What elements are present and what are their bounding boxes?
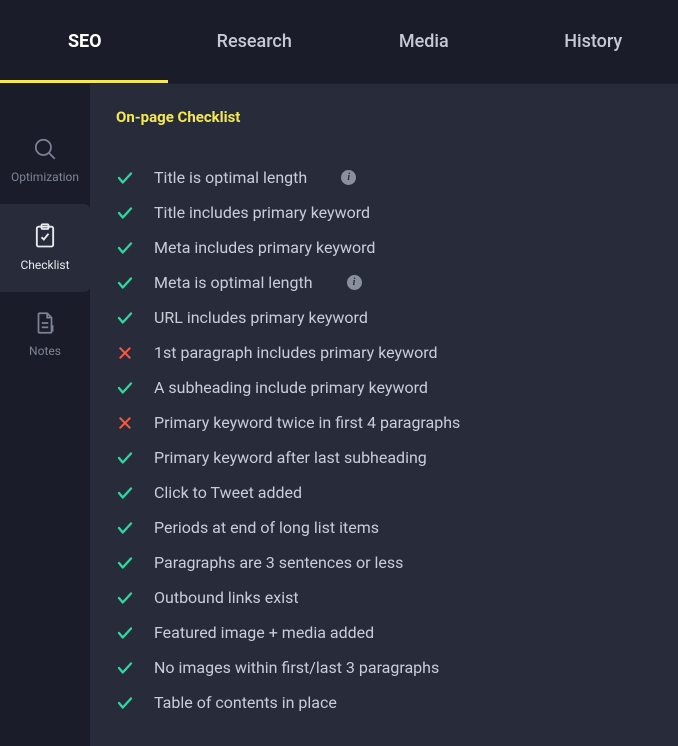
checklist-item-label: Title is optimal length <box>154 168 307 187</box>
checklist-item: Click to Tweet added <box>116 475 652 510</box>
check-icon <box>116 449 134 467</box>
tab-history[interactable]: History <box>509 0 678 83</box>
checklist-item-label: 1st paragraph includes primary keyword <box>154 343 438 362</box>
info-icon[interactable]: i <box>341 170 356 185</box>
check-icon <box>116 659 134 677</box>
check-icon <box>116 694 134 712</box>
checklist-item: Paragraphs are 3 sentences or less <box>116 545 652 580</box>
sidebar-item-label: Checklist <box>20 258 69 272</box>
search-icon <box>32 136 58 162</box>
checklist-item-label: Primary keyword twice in first 4 paragra… <box>154 413 460 432</box>
check-icon <box>116 239 134 257</box>
check-icon <box>116 204 134 222</box>
checklist-item-label: Meta is optimal length <box>154 273 313 292</box>
checklist-item-label: Table of contents in place <box>154 693 337 712</box>
main-panel: On-page Checklist Title is optimal lengt… <box>90 84 678 746</box>
checklist-item-label: Featured image + media added <box>154 623 374 642</box>
checklist-item: A subheading include primary keyword <box>116 370 652 405</box>
checklist-item-label: Click to Tweet added <box>154 483 302 502</box>
checklist-item: URL includes primary keyword <box>116 300 652 335</box>
checklist-item-label: URL includes primary keyword <box>154 308 368 327</box>
check-icon <box>116 589 134 607</box>
checklist-item-label: Primary keyword after last subheading <box>154 448 427 467</box>
check-icon <box>116 484 134 502</box>
check-icon <box>116 274 134 292</box>
check-icon <box>116 309 134 327</box>
tab-research[interactable]: Research <box>170 0 340 83</box>
sidebar-item-label: Notes <box>29 344 61 358</box>
checklist-item-label: Meta includes primary keyword <box>154 238 375 257</box>
checklist-item: Outbound links exist <box>116 580 652 615</box>
checklist-item: Periods at end of long list items <box>116 510 652 545</box>
check-icon <box>116 169 134 187</box>
check-icon <box>116 624 134 642</box>
check-icon <box>116 554 134 572</box>
sidebar-item-notes[interactable]: Notes <box>0 292 90 378</box>
sidebar-item-optimization[interactable]: Optimization <box>0 118 90 204</box>
tab-underline <box>0 80 168 83</box>
x-icon <box>116 344 134 362</box>
checklist-item: Title is optimal length i <box>116 160 652 195</box>
sidebar-item-label: Optimization <box>11 170 79 184</box>
checklist-item-label: Paragraphs are 3 sentences or less <box>154 553 403 572</box>
checklist-item-label: Title includes primary keyword <box>154 203 370 222</box>
x-icon <box>116 414 134 432</box>
tab-media[interactable]: Media <box>339 0 509 83</box>
checklist-item-label: No images within first/last 3 paragraphs <box>154 658 439 677</box>
tab-seo[interactable]: SEO <box>0 0 170 83</box>
checklist-item: Table of contents in place <box>116 685 652 720</box>
checklist-item: No images within first/last 3 paragraphs <box>116 650 652 685</box>
checklist-item: Primary keyword twice in first 4 paragra… <box>116 405 652 440</box>
checklist-item-label: Outbound links exist <box>154 588 299 607</box>
check-icon <box>116 519 134 537</box>
sidebar-item-checklist[interactable]: Checklist <box>0 204 90 292</box>
checklist-item-label: A subheading include primary keyword <box>154 378 428 397</box>
top-tabs: SEO Research Media History <box>0 0 678 84</box>
document-icon <box>32 310 58 336</box>
checklist-item: 1st paragraph includes primary keyword <box>116 335 652 370</box>
checklist-item: Title includes primary keyword <box>116 195 652 230</box>
checklist-item: Primary keyword after last subheading <box>116 440 652 475</box>
checklist-item: Featured image + media added <box>116 615 652 650</box>
checklist-item-label: Periods at end of long list items <box>154 518 379 537</box>
info-icon[interactable]: i <box>347 275 362 290</box>
check-icon <box>116 379 134 397</box>
checklist-item: Meta includes primary keyword <box>116 230 652 265</box>
checklist: Title is optimal length i Title includes p… <box>116 160 652 720</box>
clipboard-check-icon <box>31 222 59 250</box>
checklist-item: Meta is optimal length i <box>116 265 652 300</box>
sidebar: Optimization Checklist <box>0 84 90 746</box>
page-title: On-page Checklist <box>116 108 652 126</box>
